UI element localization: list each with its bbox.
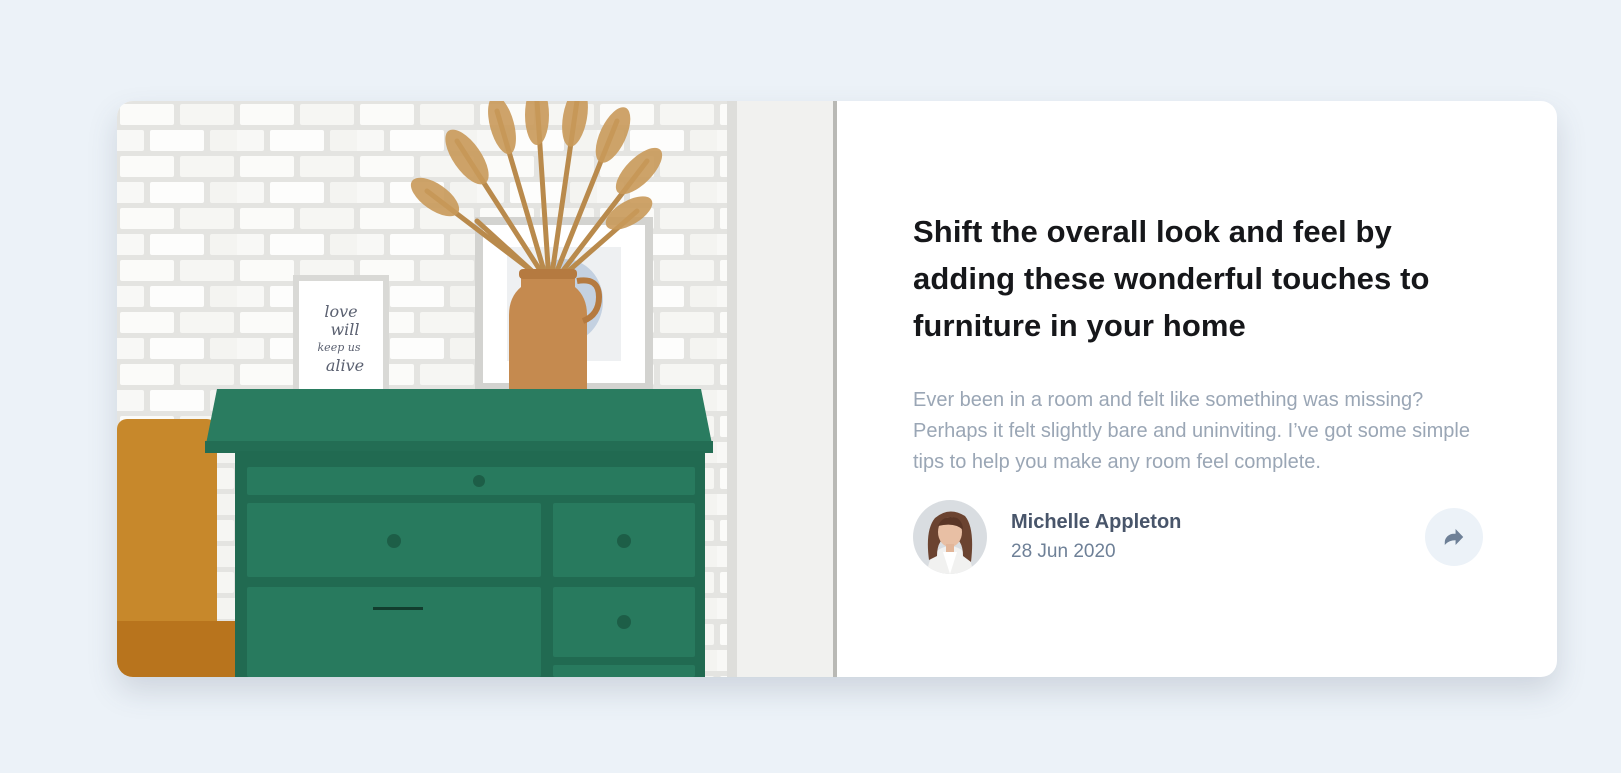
svg-text:alive: alive <box>326 356 364 375</box>
svg-text:will: will <box>330 320 359 339</box>
svg-text:love: love <box>324 302 357 321</box>
author-avatar <box>913 500 987 574</box>
share-arrow-icon <box>1444 529 1464 545</box>
article-excerpt: Ever been in a room and felt like someth… <box>913 389 1470 473</box>
author-name: Michelle Appleton <box>1011 511 1182 533</box>
svg-text:keep us: keep us <box>318 341 361 354</box>
article-image: love will keep us alive <box>117 101 837 677</box>
author-bar: Michelle Appleton 28 Jun 2020 <box>913 500 1483 574</box>
author-meta: Michelle Appleton 28 Jun 2020 <box>1011 507 1181 567</box>
share-button[interactable] <box>1425 508 1483 566</box>
article-preview-card: love will keep us alive Shift the overal… <box>117 101 1557 677</box>
article-content: Shift the overall look and feel by addin… <box>837 101 1557 677</box>
article-headline[interactable]: Shift the overall look and feel by addin… <box>913 208 1473 349</box>
avatar-portrait <box>913 500 987 574</box>
post-date: 28 Jun 2020 <box>1011 541 1116 562</box>
dresser-photo-illustration: love will keep us alive <box>117 101 837 677</box>
